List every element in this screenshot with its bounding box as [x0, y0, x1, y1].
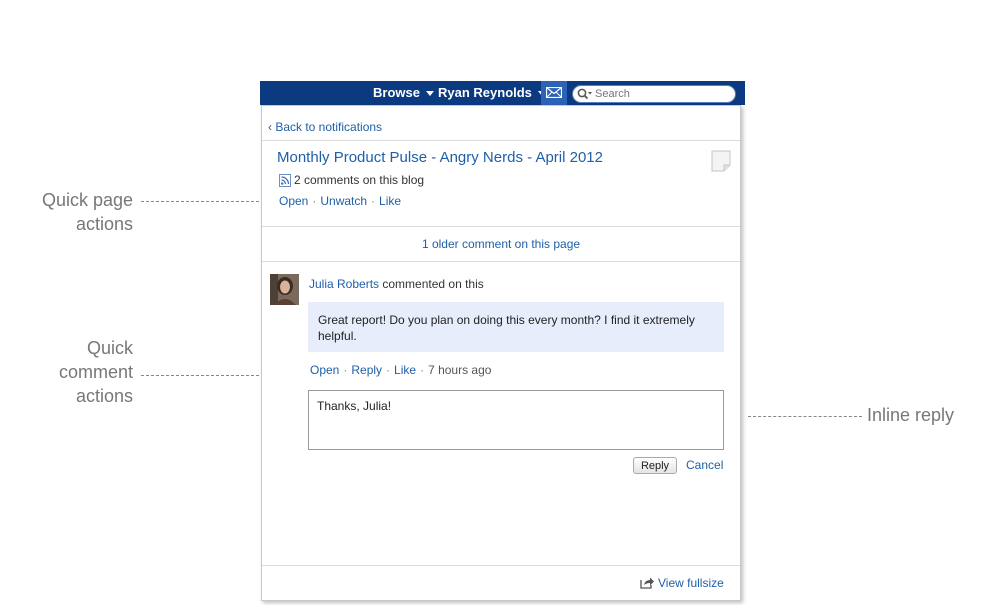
notification-panel: ‹ Back to notifications Monthly Product … — [261, 105, 741, 601]
callout-line: comment — [58, 362, 133, 382]
chevron-down-icon — [425, 91, 434, 97]
avatar — [270, 274, 299, 305]
unwatch-link[interactable]: Unwatch — [320, 194, 367, 208]
callout-inline-reply: Inline reply — [867, 405, 955, 425]
user-menu[interactable]: Ryan Reynolds — [438, 81, 546, 105]
callout-leader-line — [141, 375, 259, 376]
callout-line: Quick — [86, 338, 133, 358]
like-comment-link[interactable]: Like — [394, 363, 416, 377]
browse-menu-label: Browse — [373, 85, 420, 100]
separator-dot: · — [386, 363, 391, 377]
callout-leader-line — [141, 201, 259, 202]
comment-header: Julia Roberts commented on this — [309, 277, 484, 291]
divider — [262, 261, 740, 262]
notifications-button[interactable] — [541, 81, 567, 105]
page-title-link[interactable]: Monthly Product Pulse - Angry Nerds - Ap… — [277, 149, 603, 166]
comments-count: 2 comments on this blog — [294, 173, 425, 187]
separator-dot: · — [371, 194, 376, 208]
reply-button[interactable]: Reply — [633, 457, 677, 474]
page-document-icon — [711, 150, 731, 172]
older-comments-link[interactable]: 1 older comment on this page — [262, 237, 740, 251]
search-icon — [577, 88, 592, 100]
separator-dot: · — [420, 363, 425, 377]
search-box[interactable] — [572, 85, 736, 103]
page-actions: Open · Unwatch · Like — [279, 194, 401, 208]
envelope-icon — [546, 87, 562, 98]
separator-dot: · — [343, 363, 348, 377]
back-to-notifications-link[interactable]: ‹ Back to notifications — [268, 120, 382, 134]
callout-quick-comment-actions: Quick comment actions — [20, 336, 133, 408]
search-input[interactable] — [595, 87, 727, 101]
open-page-link[interactable]: Open — [279, 194, 308, 208]
user-menu-label: Ryan Reynolds — [438, 85, 532, 100]
divider — [262, 226, 740, 227]
callout-leader-line — [748, 416, 862, 417]
callout-line: actions — [75, 214, 133, 234]
comment-author-link[interactable]: Julia Roberts — [309, 277, 379, 291]
comment-verb: commented on this — [382, 277, 484, 291]
reply-link[interactable]: Reply — [351, 363, 382, 377]
cancel-link[interactable]: Cancel — [686, 458, 723, 472]
like-page-link[interactable]: Like — [379, 194, 401, 208]
comment-timestamp: 7 hours ago — [428, 363, 492, 377]
blog-feed-icon — [279, 174, 291, 187]
callout-line: Quick page — [41, 190, 133, 210]
view-fullsize-label: View fullsize — [658, 576, 724, 590]
browse-menu[interactable]: Browse — [373, 81, 434, 105]
callout-quick-page-actions: Quick page actions — [20, 188, 133, 236]
callout-line: actions — [75, 386, 133, 406]
external-share-icon — [640, 577, 654, 589]
divider — [262, 565, 740, 566]
inline-reply-textarea[interactable]: Thanks, Julia! — [308, 390, 724, 450]
separator-dot: · — [312, 194, 317, 208]
comment-actions: Open · Reply · Like · 7 hours ago — [310, 363, 491, 377]
top-navigation-bar: Browse Ryan Reynolds — [260, 81, 745, 111]
view-fullsize-link[interactable]: View fullsize — [640, 576, 724, 590]
open-comment-link[interactable]: Open — [310, 363, 339, 377]
comment-body: Great report! Do you plan on doing this … — [308, 302, 724, 352]
divider — [262, 140, 740, 141]
